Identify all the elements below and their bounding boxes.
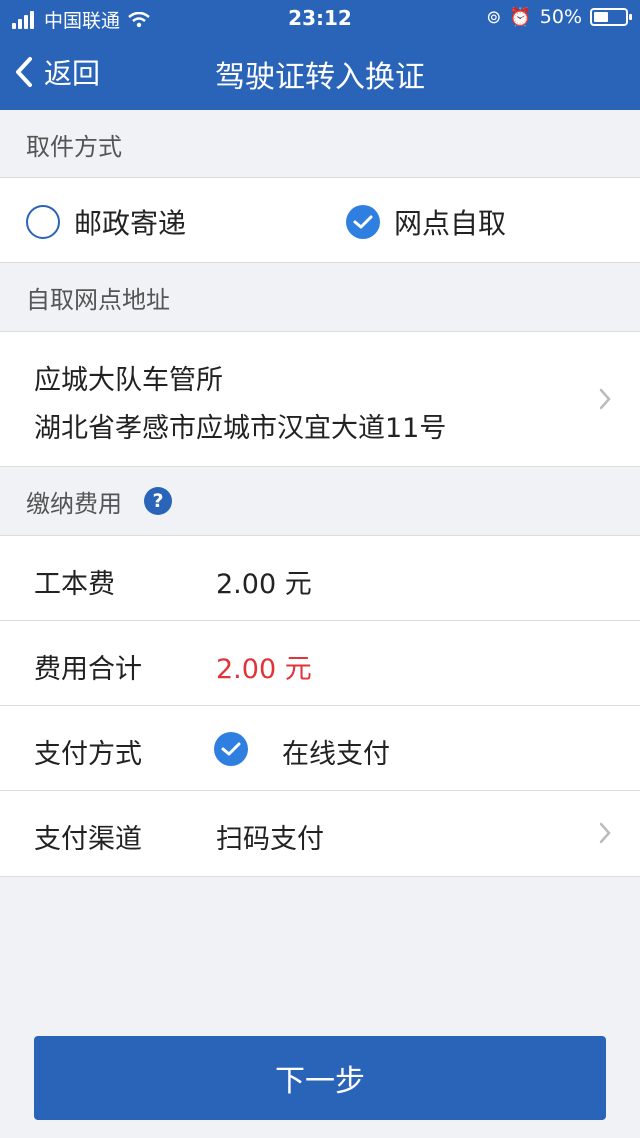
fees-panel: 工本费 2.00 元 费用合计 2.00 元 支付方式 在线支付 支付渠道 扫码… [0,536,640,876]
radio-label: 网点自取 [394,207,507,240]
payment-channel-value: 扫码支付 [216,824,324,855]
fee-label: 工本费 [34,569,115,600]
nav-bar: 返回 驾驶证转入换证 [0,40,640,104]
fee-label: 费用合计 [34,654,142,685]
pickup-site-name: 应城大队车管所 [34,365,223,396]
checkmark-icon [214,732,248,766]
next-step-button[interactable]: 下一步 [34,1036,606,1120]
help-icon[interactable]: ? [144,487,172,515]
chevron-right-icon [599,388,611,410]
rotation-lock-icon: ⊚ [486,6,502,28]
fee-label: 支付方式 [34,739,142,770]
status-bar: 中国联通 23:12 ⊚ ⏰ 50% [0,0,640,36]
fee-label: 支付渠道 [34,824,142,855]
address-section-header: 自取网点地址 [0,263,640,331]
page-title: 驾驶证转入换证 [215,60,425,95]
address-header-label: 自取网点地址 [26,285,170,314]
fees-header-label: 缴纳费用 [26,489,122,518]
chevron-right-icon [599,822,611,844]
pickup-address-row[interactable]: 应城大队车管所 湖北省孝感市应城市汉宜大道11号 [0,332,640,466]
fee-total-value: 2.00 元 [216,654,312,685]
status-right: ⊚ ⏰ 50% [486,6,632,28]
fees-section-header: 缴纳费用 ? [0,467,640,535]
payment-method-value: 在线支付 [282,739,390,770]
battery-icon [590,8,632,26]
payment-method-row[interactable]: 支付方式 在线支付 [0,706,640,790]
fee-row-total: 费用合计 2.00 元 [0,621,640,705]
radio-label: 邮政寄递 [74,207,187,240]
radio-postal-delivery[interactable]: 邮政寄递 [26,202,186,242]
checkmark-icon [346,205,380,239]
fee-value: 2.00 元 [216,569,312,600]
pickup-site-address: 湖北省孝感市应城市汉宜大道11号 [34,413,447,444]
radio-unchecked-icon [26,205,60,239]
radio-self-pickup[interactable]: 网点自取 [346,202,506,242]
battery-percent: 50% [539,6,582,28]
divider [0,876,640,877]
pickup-options: 邮政寄递 网点自取 [0,178,640,262]
payment-channel-row[interactable]: 支付渠道 扫码支付 [0,791,640,875]
fee-row-cost: 工本费 2.00 元 [0,536,640,620]
alarm-icon: ⏰ [509,6,532,28]
pickup-section-header: 取件方式 [0,110,640,178]
top-bar: 中国联通 23:12 ⊚ ⏰ 50% 返回 驾驶证转入换证 [0,0,640,110]
pickup-header-label: 取件方式 [26,132,122,161]
